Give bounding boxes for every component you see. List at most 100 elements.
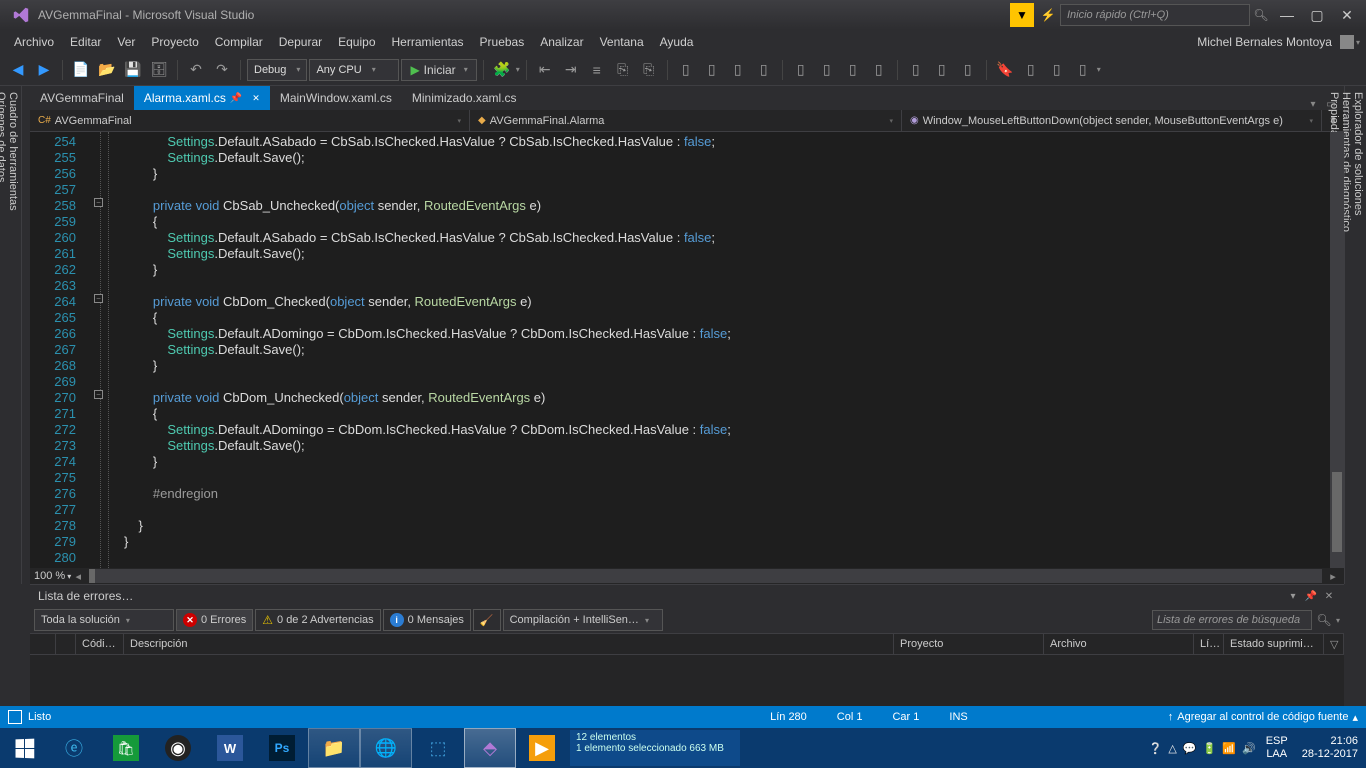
icon-j[interactable]: ▯ bbox=[930, 58, 954, 82]
right-tab-strip[interactable]: Explorador de soluciones Herramientas de… bbox=[1344, 86, 1366, 584]
menu-ver[interactable]: Ver bbox=[109, 35, 143, 49]
build-intellisense-combo[interactable]: Compilación + IntelliSen… bbox=[503, 609, 663, 631]
tray-kb[interactable]: LAA bbox=[1266, 748, 1288, 761]
icon-l[interactable]: ▯ bbox=[1019, 58, 1043, 82]
tray-chevron-up-icon[interactable]: △ bbox=[1168, 742, 1176, 755]
indent-right-icon[interactable]: ⇥ bbox=[559, 58, 583, 82]
network-icon[interactable]: 📶 bbox=[1222, 742, 1236, 755]
minimize-button[interactable]: — bbox=[1272, 5, 1302, 25]
taskbar-app1[interactable]: ◉ bbox=[152, 728, 204, 768]
vertical-scrollbar[interactable] bbox=[1330, 132, 1344, 568]
taskbar-ps[interactable]: Ps bbox=[256, 728, 308, 768]
comment-icon[interactable]: ⎘ bbox=[611, 58, 635, 82]
menu-compilar[interactable]: Compilar bbox=[207, 35, 271, 49]
menu-herramientas[interactable]: Herramientas bbox=[384, 35, 472, 49]
signed-in-user[interactable]: Michel Bernales Montoya bbox=[1197, 35, 1332, 49]
solution-config-combo[interactable]: Debug bbox=[247, 59, 307, 81]
menu-ayuda[interactable]: Ayuda bbox=[652, 35, 702, 49]
new-project-button[interactable]: 📄 bbox=[69, 58, 93, 82]
nav-member-combo[interactable]: ◉Window_MouseLeftButtonDown(object sende… bbox=[902, 110, 1322, 131]
nav-fwd-button[interactable]: ▶ bbox=[32, 58, 56, 82]
menu-ventana[interactable]: Ventana bbox=[592, 35, 652, 49]
icon-k[interactable]: ▯ bbox=[956, 58, 980, 82]
start-button[interactable] bbox=[0, 728, 48, 768]
icon-h[interactable]: ▯ bbox=[867, 58, 891, 82]
errors-filter[interactable]: ✕0 Errores bbox=[176, 609, 253, 631]
icon-d[interactable]: ▯ bbox=[752, 58, 776, 82]
clear-filter-button[interactable]: 🧹 bbox=[473, 609, 501, 631]
error-list-columns[interactable]: Códi… Descripción Proyecto Archivo Lí… E… bbox=[30, 633, 1344, 655]
outline-margin[interactable]: − − − bbox=[84, 132, 124, 568]
tabs-dropdown-icon[interactable]: ▾ bbox=[1304, 99, 1322, 110]
tray-clock[interactable]: 21:0628-12-2017 bbox=[1294, 735, 1366, 761]
tab-minimizado[interactable]: Minimizado.xaml.cs bbox=[402, 86, 527, 110]
nav-class-combo[interactable]: ◆AVGemmaFinal.Alarma bbox=[470, 110, 902, 131]
taskbar-store[interactable]: 🛍 bbox=[100, 728, 152, 768]
error-scope-combo[interactable]: Toda la solución bbox=[34, 609, 174, 631]
notifications-button[interactable]: ▼ bbox=[1010, 3, 1034, 27]
icon-b[interactable]: ▯ bbox=[700, 58, 724, 82]
menu-equipo[interactable]: Equipo bbox=[330, 35, 383, 49]
save-button[interactable]: 💾 bbox=[121, 58, 145, 82]
fold-box-icon[interactable]: − bbox=[94, 390, 103, 399]
icon-g[interactable]: ▯ bbox=[841, 58, 865, 82]
fold-box-icon[interactable]: − bbox=[94, 294, 103, 303]
menu-depurar[interactable]: Depurar bbox=[271, 35, 330, 49]
help-icon[interactable]: ❔ bbox=[1149, 742, 1163, 755]
solution-platform-combo[interactable]: Any CPU bbox=[309, 59, 399, 81]
save-all-button[interactable]: 🗄 bbox=[147, 58, 171, 82]
icon-e[interactable]: ▯ bbox=[789, 58, 813, 82]
taskbar-chrome[interactable]: 🌐 bbox=[360, 728, 412, 768]
warnings-filter[interactable]: ⚠0 de 2 Advertencias bbox=[255, 609, 380, 631]
filter-icon[interactable]: ▽ bbox=[1324, 634, 1344, 654]
taskbar-explorer[interactable]: 📁 bbox=[308, 728, 360, 768]
start-debug-button[interactable]: ▶Iniciar bbox=[401, 59, 476, 81]
uncomment-icon[interactable]: ⎘ bbox=[637, 58, 661, 82]
nav-project-combo[interactable]: C#AVGemmaFinal bbox=[30, 110, 470, 131]
tab-alarma[interactable]: Alarma.xaml.cs📌 bbox=[134, 86, 270, 110]
error-search-input[interactable]: Lista de errores de búsqueda bbox=[1152, 610, 1312, 630]
toolbar-icon[interactable]: 🧩 bbox=[490, 58, 514, 82]
system-tray[interactable]: ❔ △ 💬 🔋 📶 🔊 bbox=[1145, 742, 1260, 755]
format-icon[interactable]: ≡ bbox=[585, 58, 609, 82]
undo-button[interactable]: ↶ bbox=[184, 58, 208, 82]
fold-box-icon[interactable]: − bbox=[94, 198, 103, 207]
panel-close-icon[interactable]: ✕ bbox=[1322, 591, 1336, 602]
maximize-button[interactable]: ▢ bbox=[1302, 5, 1332, 25]
tab-mainwindow[interactable]: MainWindow.xaml.cs bbox=[270, 86, 402, 110]
action-center-icon[interactable]: 💬 bbox=[1183, 742, 1197, 755]
menu-editar[interactable]: Editar bbox=[62, 35, 109, 49]
icon-c[interactable]: ▯ bbox=[726, 58, 750, 82]
panel-pin-icon[interactable]: 📌 bbox=[1304, 591, 1318, 602]
quick-launch-input[interactable]: Inicio rápido (Ctrl+Q) bbox=[1060, 4, 1250, 26]
zoom-level[interactable]: 100 % bbox=[34, 570, 65, 582]
tab-avgemmafinal[interactable]: AVGemmaFinal bbox=[30, 86, 134, 110]
feedback-icon[interactable]: ⚡ bbox=[1036, 8, 1060, 22]
search-icon[interactable]: 🔍︎ bbox=[1314, 613, 1334, 627]
search-icon[interactable]: 🔍︎ bbox=[1250, 8, 1272, 22]
close-button[interactable]: ✕ bbox=[1332, 5, 1362, 25]
hscroll-left-icon[interactable]: ◂ bbox=[71, 570, 85, 583]
taskbar-visualstudio[interactable]: ⬘ bbox=[464, 728, 516, 768]
panel-menu-icon[interactable]: ▾ bbox=[1286, 591, 1300, 602]
taskbar-word[interactable]: W bbox=[204, 728, 256, 768]
right-tab-solution-explorer[interactable]: Explorador de soluciones bbox=[1352, 92, 1364, 570]
code-editor[interactable]: 254 255 256 257 258 259 260 261 262 263 … bbox=[30, 132, 1344, 568]
menu-archivo[interactable]: Archivo bbox=[6, 35, 62, 49]
icon-a[interactable]: ▯ bbox=[674, 58, 698, 82]
source-control-button[interactable]: ↑ Agregar al control de código fuente ▴ bbox=[1168, 711, 1358, 724]
bookmark-icon[interactable]: 🔖 bbox=[993, 58, 1017, 82]
code-surface[interactable]: Settings.Default.ASabado = CbSab.IsCheck… bbox=[124, 132, 1330, 568]
hscroll-right-icon[interactable]: ▸ bbox=[1326, 570, 1340, 583]
redo-button[interactable]: ↷ bbox=[210, 58, 234, 82]
taskbar-ie[interactable]: ⓔ bbox=[48, 728, 100, 768]
icon-n[interactable]: ▯ bbox=[1071, 58, 1095, 82]
horizontal-scrollbar[interactable] bbox=[89, 569, 1322, 583]
taskbar-vscode[interactable]: ⬚ bbox=[412, 728, 464, 768]
taskbar-media[interactable]: ▶ bbox=[516, 728, 568, 768]
tray-lang[interactable]: ESP bbox=[1266, 735, 1288, 748]
messages-filter[interactable]: i0 Mensajes bbox=[383, 609, 471, 631]
battery-icon[interactable]: 🔋 bbox=[1203, 742, 1217, 755]
icon-m[interactable]: ▯ bbox=[1045, 58, 1069, 82]
open-file-button[interactable]: 📂 bbox=[95, 58, 119, 82]
